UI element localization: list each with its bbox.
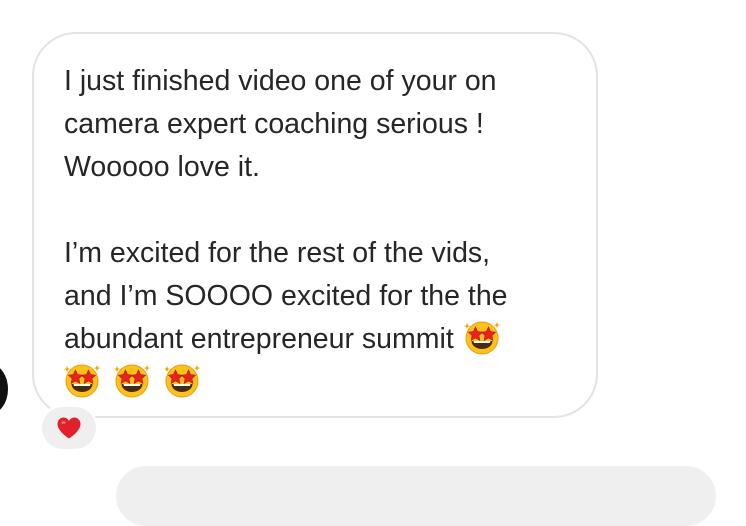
heart-icon: [57, 417, 81, 439]
message-line: camera expert coaching serious !: [64, 108, 484, 140]
heart-reaction[interactable]: [40, 405, 98, 451]
star-struck-emoji-icon: [114, 362, 150, 398]
message-text: abundant entrepreneur summit: [64, 323, 454, 355]
message-bubble[interactable]: I just finished video one of your on cam…: [32, 32, 598, 418]
message-line: Wooooo love it.: [64, 151, 260, 183]
sender-avatar[interactable]: [0, 364, 8, 414]
star-struck-emoji-icon: [64, 362, 100, 398]
star-struck-emoji-icon: [164, 362, 200, 398]
next-message-bubble[interactable]: [116, 466, 716, 526]
message-line: and I’m SOOOO excited for the the: [64, 280, 508, 312]
message-line: I’m excited for the rest of the vids,: [64, 237, 491, 269]
message-line: I just finished video one of your on: [64, 65, 497, 97]
star-struck-emoji-icon: [464, 319, 500, 355]
emoji-row: [64, 361, 568, 404]
message-line-with-emoji: abundant entrepreneur summit: [64, 318, 568, 361]
